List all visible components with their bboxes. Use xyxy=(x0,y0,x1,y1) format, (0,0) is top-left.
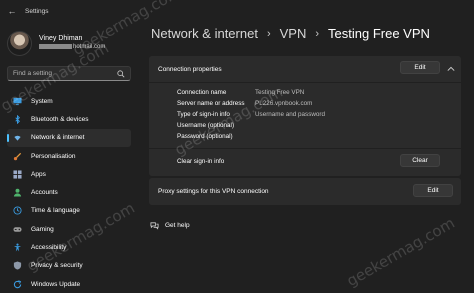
prop-label: Connection name xyxy=(177,89,227,96)
clear-button[interactable]: Clear xyxy=(400,154,440,167)
sidebar-item-windows-update[interactable]: Windows Update xyxy=(7,275,131,293)
proxy-settings-label: Proxy settings for this VPN connection xyxy=(158,188,269,195)
accessibility-icon xyxy=(13,243,22,252)
sidebar-item-label: Windows Update xyxy=(31,280,81,288)
edit-proxy-button[interactable]: Edit xyxy=(413,184,453,197)
proxy-settings-card: Proxy settings for this VPN connection E… xyxy=(149,178,461,205)
breadcrumb-network[interactable]: Network & internet xyxy=(151,26,258,41)
sidebar-item-label: Apps xyxy=(31,170,46,178)
get-help-link[interactable]: Get help xyxy=(150,221,190,230)
gamepad-icon xyxy=(13,225,22,234)
brush-icon xyxy=(13,152,22,161)
page-title: Testing Free VPN xyxy=(328,26,430,41)
connection-properties-header[interactable]: Connection properties Edit xyxy=(149,56,461,82)
watermark: geekermag.com xyxy=(343,213,458,291)
sidebar-item-label: Time & language xyxy=(31,207,80,215)
search-icon[interactable] xyxy=(117,69,125,78)
breadcrumb-vpn[interactable]: VPN xyxy=(280,26,307,41)
sidebar-item-label: Personalisation xyxy=(31,152,76,160)
chevron-right-icon: › xyxy=(266,27,271,40)
sidebar-item-bluetooth[interactable]: Bluetooth & devices xyxy=(7,110,131,128)
get-help-label: Get help xyxy=(165,222,190,229)
update-icon xyxy=(13,279,22,289)
connection-properties-card: Connection properties Edit Connection na… xyxy=(149,56,461,176)
edit-connection-button[interactable]: Edit xyxy=(400,61,440,74)
avatar xyxy=(7,30,32,56)
sidebar-item-label: Network & internet xyxy=(31,134,85,142)
shield-icon xyxy=(13,261,22,270)
connection-properties-label: Connection properties xyxy=(158,66,222,73)
sidebar-item-accounts[interactable]: Accounts xyxy=(7,183,131,201)
apps-icon xyxy=(13,170,22,179)
sidebar-item-network[interactable]: Network & internet xyxy=(7,128,131,147)
sidebar-item-label: Bluetooth & devices xyxy=(31,115,89,123)
chevron-up-icon[interactable] xyxy=(447,66,455,72)
breadcrumb: Network & internet › VPN › Testing Free … xyxy=(151,26,430,41)
chevron-right-icon: › xyxy=(315,27,320,40)
window-title: Settings xyxy=(25,7,49,15)
title-bar: ← Settings xyxy=(0,0,474,22)
sidebar-item-label: Gaming xyxy=(31,225,54,233)
sidebar-item-apps[interactable]: Apps xyxy=(7,165,131,183)
sidebar-item-personalisation[interactable]: Personalisation xyxy=(7,147,131,165)
clear-sign-in-label: Clear sign-in info xyxy=(177,158,225,165)
sidebar-item-label: Accounts xyxy=(31,189,58,197)
prop-value: Username and password xyxy=(255,111,326,118)
wifi-icon xyxy=(13,133,22,142)
divider xyxy=(149,82,461,83)
redacted-block xyxy=(39,44,72,50)
back-arrow-icon[interactable]: ← xyxy=(7,6,17,16)
help-icon xyxy=(150,222,159,230)
bluetooth-icon xyxy=(13,114,22,124)
person-icon xyxy=(13,188,22,197)
globe-clock-icon xyxy=(13,206,22,215)
